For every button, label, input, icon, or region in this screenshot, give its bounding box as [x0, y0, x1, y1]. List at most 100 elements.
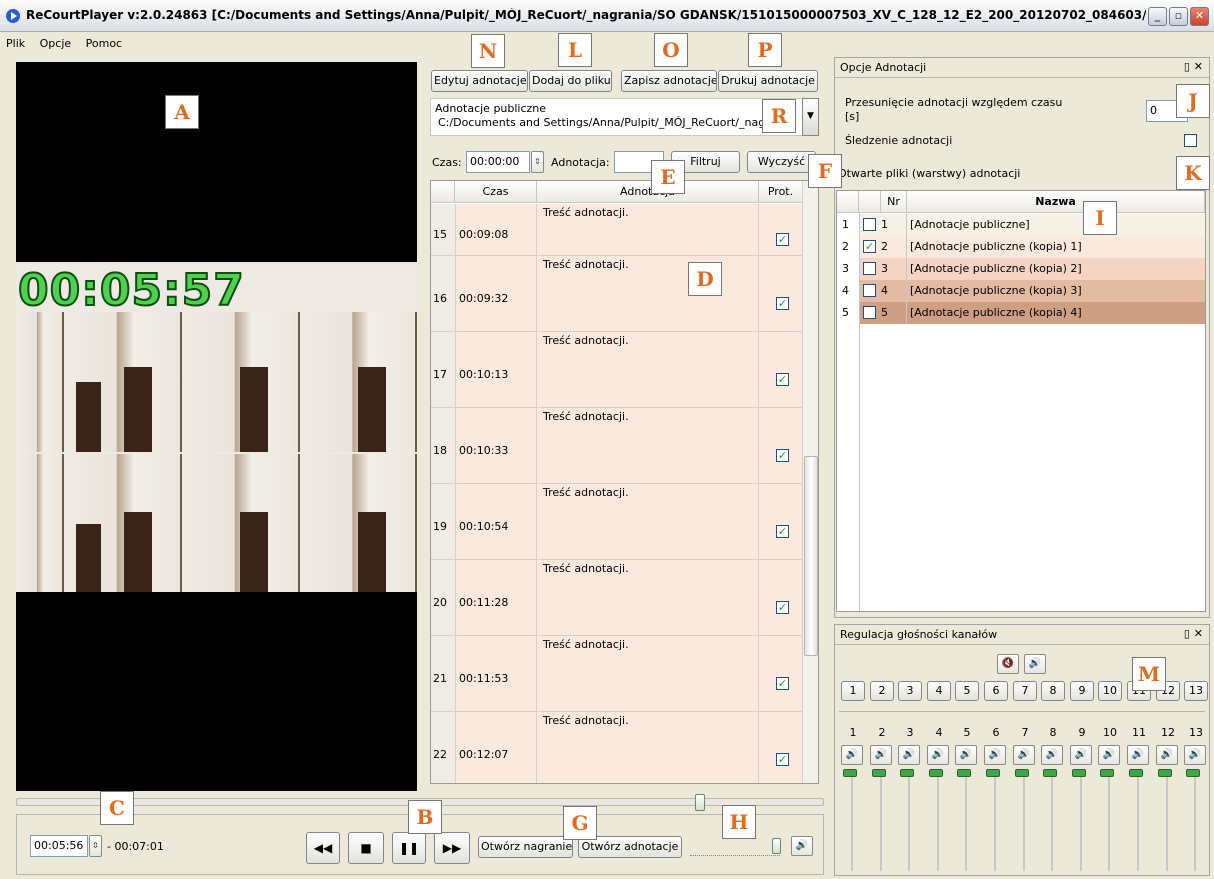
scrollbar-thumb[interactable]	[804, 456, 818, 656]
minimize-button[interactable]: _	[1148, 7, 1167, 26]
channel-speaker-icon[interactable]: 🔊	[984, 745, 1006, 765]
channel-volume-handle[interactable]	[872, 769, 886, 777]
menu-pomoc[interactable]: Pomoc	[80, 33, 127, 50]
channel-button[interactable]: 4	[927, 681, 951, 701]
chevron-down-icon[interactable]: ▼	[802, 98, 819, 136]
row-text[interactable]: Treść adnotacji.	[537, 484, 759, 559]
add-to-file-button[interactable]: Dodaj do pliku	[529, 70, 612, 92]
layers-table[interactable]: Nr Nazwa 1 1 [Adnotacje publiczne] 2 ✓ 2 [Adno…	[836, 190, 1206, 612]
panel-float-close-icon[interactable]: ▯ ✕	[1184, 627, 1203, 640]
fast-forward-button[interactable]: ▶▶	[434, 832, 470, 864]
channel-volume-handle[interactable]	[1043, 769, 1057, 777]
prot-checkbox[interactable]: ✓	[776, 373, 789, 386]
table-row[interactable]: 22 00:12:07 Treść adnotacji. ✓	[431, 712, 803, 783]
edit-annotations-button[interactable]: Edytuj adnotacje	[431, 70, 528, 92]
channel-button[interactable]: 1	[841, 681, 865, 701]
row-text[interactable]: Treść adnotacji.	[537, 332, 759, 407]
channel-volume-handle[interactable]	[1072, 769, 1086, 777]
channel-volume-track[interactable]	[870, 776, 892, 871]
layer-row[interactable]: 4 4 [Adnotacje publiczne (kopia) 3]	[837, 280, 1205, 302]
channel-volume-handle[interactable]	[957, 769, 971, 777]
volume-handle[interactable]	[772, 838, 781, 854]
table-row[interactable]: 16 00:09:32 Treść adnotacji. ✓	[431, 256, 803, 332]
annotation-source-select[interactable]: Adnotacje publiczne C:/Documents and Set…	[430, 98, 819, 136]
stop-button[interactable]: ■	[348, 832, 384, 864]
prot-checkbox[interactable]: ✓	[776, 753, 789, 766]
row-time[interactable]: 00:11:53	[455, 636, 537, 711]
row-time[interactable]: 00:10:54	[455, 484, 537, 559]
layer-checkbox[interactable]	[863, 218, 876, 231]
print-annotations-button[interactable]: Drukuj adnotacje	[718, 70, 818, 92]
channel-volume-handle[interactable]	[900, 769, 914, 777]
channel-volume-track[interactable]	[1156, 776, 1178, 871]
row-text[interactable]: Treść adnotacji.	[537, 256, 759, 331]
channel-volume-handle[interactable]	[986, 769, 1000, 777]
column-header-czas[interactable]: Czas	[455, 181, 537, 203]
channel-volume-handle[interactable]	[1158, 769, 1172, 777]
prot-checkbox[interactable]: ✓	[776, 449, 789, 462]
panel-float-close-icon[interactable]: ▯ ✕	[1184, 60, 1203, 73]
video-player[interactable]: 00:05:57	[16, 62, 417, 791]
prot-checkbox[interactable]: ✓	[776, 297, 789, 310]
prot-checkbox[interactable]: ✓	[776, 233, 789, 246]
channel-speaker-icon[interactable]: 🔊	[898, 745, 920, 765]
channel-volume-track[interactable]	[841, 776, 863, 871]
current-time-spinner[interactable]: ⇕	[89, 835, 102, 857]
row-text[interactable]: Treść adnotacji.	[537, 408, 759, 483]
channel-volume-handle[interactable]	[929, 769, 943, 777]
row-text[interactable]: Treść adnotacji.	[537, 204, 759, 255]
layer-select-cell[interactable]: ✓ 2	[859, 236, 907, 258]
clear-button[interactable]: Wyczyść	[747, 151, 816, 173]
unmute-all-icon[interactable]: 🔊	[1024, 654, 1046, 674]
channel-button[interactable]: 7	[1013, 681, 1037, 701]
channel-speaker-icon[interactable]: 🔊	[955, 745, 977, 765]
speaker-icon[interactable]: 🔊	[791, 836, 813, 856]
channel-speaker-icon[interactable]: 🔊	[870, 745, 892, 765]
row-text[interactable]: Treść adnotacji.	[537, 712, 759, 783]
channel-volume-handle[interactable]	[1129, 769, 1143, 777]
channel-volume-handle[interactable]	[843, 769, 857, 777]
seek-handle[interactable]	[695, 794, 705, 811]
restore-button[interactable]: ▫	[1169, 7, 1188, 26]
channel-volume-track[interactable]	[984, 776, 1006, 871]
row-time[interactable]: 00:10:13	[455, 332, 537, 407]
channel-volume-track[interactable]	[927, 776, 949, 871]
channel-volume-handle[interactable]	[1186, 769, 1200, 777]
channel-volume-track[interactable]	[1070, 776, 1092, 871]
prot-checkbox[interactable]: ✓	[776, 525, 789, 538]
open-recording-button[interactable]: Otwórz nagranie	[478, 836, 573, 858]
channel-speaker-icon[interactable]: 🔊	[1070, 745, 1092, 765]
time-spinner[interactable]: ⇕	[531, 151, 544, 173]
channel-button[interactable]: 5	[955, 681, 979, 701]
menu-plik[interactable]: Plik	[0, 33, 30, 50]
channel-speaker-icon[interactable]: 🔊	[1041, 745, 1063, 765]
table-row[interactable]: 15 00:09:08 Treść adnotacji. ✓	[431, 204, 803, 256]
table-row[interactable]: 21 00:11:53 Treść adnotacji. ✓	[431, 636, 803, 712]
row-time[interactable]: 00:11:28	[455, 560, 537, 635]
channel-button[interactable]: 2	[870, 681, 894, 701]
volume-slider[interactable]	[690, 848, 780, 856]
layer-row[interactable]: 1 1 [Adnotacje publiczne]	[837, 214, 1205, 236]
menu-opcje[interactable]: Opcje	[34, 33, 77, 50]
layer-row[interactable]: 2 ✓ 2 [Adnotacje publiczne (kopia) 1]	[837, 236, 1205, 258]
channel-button[interactable]: 13	[1184, 681, 1208, 701]
close-button[interactable]: ✕	[1190, 7, 1209, 26]
channel-speaker-icon[interactable]: 🔊	[927, 745, 949, 765]
layer-checkbox[interactable]: ✓	[863, 240, 876, 253]
channel-button[interactable]: 10	[1098, 681, 1122, 701]
channel-volume-track[interactable]	[1184, 776, 1206, 871]
column-header-adnotacja[interactable]: Adnotacja	[537, 181, 759, 203]
layer-row[interactable]: 3 3 [Adnotacje publiczne (kopia) 2]	[837, 258, 1205, 280]
layers-header-name[interactable]: Nazwa	[907, 191, 1205, 213]
row-time[interactable]: 00:09:08	[455, 204, 537, 255]
current-time-input[interactable]: 00:05:56	[30, 835, 88, 857]
channel-volume-track[interactable]	[955, 776, 977, 871]
annotations-table[interactable]: Czas Adnotacja Prot. 15 00:09:08 Treść adn…	[430, 180, 819, 784]
tracking-checkbox[interactable]	[1184, 134, 1197, 147]
channel-volume-track[interactable]	[1098, 776, 1120, 871]
channel-speaker-icon[interactable]: 🔊	[1184, 745, 1206, 765]
row-text[interactable]: Treść adnotacji.	[537, 560, 759, 635]
table-row[interactable]: 18 00:10:33 Treść adnotacji. ✓	[431, 408, 803, 484]
table-row[interactable]: 19 00:10:54 Treść adnotacji. ✓	[431, 484, 803, 560]
layers-header-nr[interactable]: Nr	[881, 191, 907, 213]
